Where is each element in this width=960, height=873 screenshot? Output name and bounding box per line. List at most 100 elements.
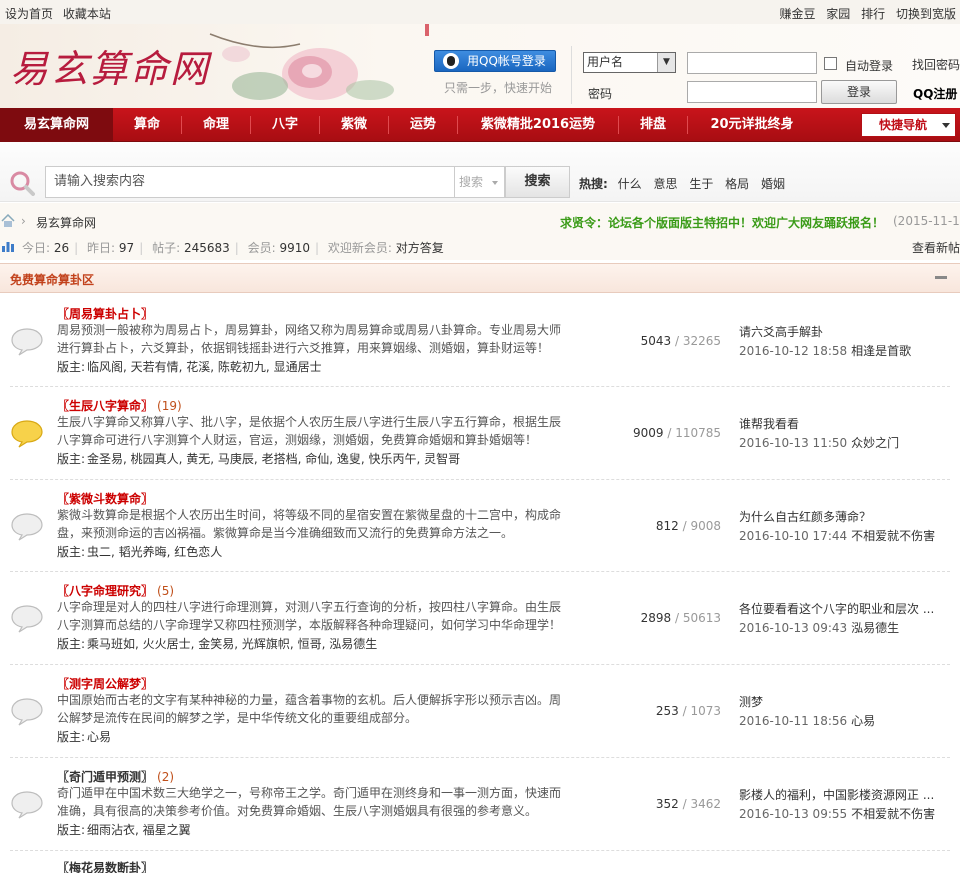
nav-item-ziwei-2016[interactable]: 紫微精批2016运势: [458, 108, 618, 142]
forum-stats: 今日: 26 | 昨日: 97 | 帖子: 245683 | 会员: 9910 | 欢迎…: [22, 241, 444, 255]
last-post-user[interactable]: 众妙之门: [851, 436, 899, 450]
hot-search: 热搜: 什么 意思 生于 格局 婚姻: [579, 175, 793, 192]
forum-title[interactable]: 〖测字周公解梦〗: [57, 675, 153, 692]
hot-search-item[interactable]: 生于: [689, 177, 713, 191]
forum-counts: 2898 / 50613: [560, 611, 721, 625]
forum-title-label[interactable]: 〖生辰八字算命〗: [57, 399, 153, 413]
forum-title[interactable]: 〖八字命理研究〗 (5): [57, 582, 174, 599]
last-post-title[interactable]: 各位要看看这个八字的职业和层次 ...: [739, 600, 939, 617]
forum-title-label[interactable]: 〖紫微斗数算命〗: [57, 492, 153, 506]
search-button[interactable]: 搜索: [505, 166, 570, 198]
speech-bubble-icon: [11, 791, 43, 819]
last-post-title[interactable]: 为什么自古红颜多薄命？: [739, 508, 939, 525]
earn-beans-link[interactable]: 赚金豆: [779, 7, 815, 21]
forum-moderators: 版主: 金圣易, 桃园真人, 黄无, 马庚辰, 老搭档, 命仙, 逸叟, 快乐丙午…: [57, 450, 460, 467]
nav-item-suanming[interactable]: 算命: [113, 108, 181, 142]
forum-title[interactable]: 〖周易算卦占卜〗: [57, 305, 153, 322]
last-post-title[interactable]: 请六爻高手解卦: [739, 323, 939, 340]
last-post-user[interactable]: 不相爱就不伤害: [851, 807, 935, 821]
find-password-link[interactable]: 找回密码: [912, 56, 960, 73]
speech-bubble-icon: [11, 605, 43, 633]
count-separator: /: [678, 519, 691, 533]
qq-register-link[interactable]: QQ注册: [913, 85, 957, 102]
hot-search-item[interactable]: 格局: [725, 177, 749, 191]
chevron-down-icon: ▼: [657, 53, 675, 72]
qq-penguin-icon: [443, 53, 459, 69]
moderator-links[interactable]: 乘马班如, 火火居士, 金笑易, 光辉旗帜, 恒哥, 泓易德生: [87, 637, 377, 651]
forum-title[interactable]: 〖紫微斗数算命〗: [57, 490, 153, 507]
hot-search-label: 热搜:: [579, 177, 608, 191]
username-input[interactable]: [687, 52, 817, 74]
section-title[interactable]: 免费算命算卦区: [10, 271, 94, 288]
search-input[interactable]: 请输入搜索内容: [45, 166, 455, 198]
moderator-links[interactable]: 虫二, 韬光养晦, 红色恋人: [87, 545, 222, 559]
view-new-posts-link[interactable]: 查看新帖: [912, 239, 960, 256]
newest-member-link[interactable]: 对方答复: [396, 241, 444, 255]
bookmark-link[interactable]: 收藏本站: [63, 7, 111, 21]
forum-today-count: (5): [157, 584, 175, 598]
row-divider: [10, 850, 950, 851]
forum-moderators: 版主: 心易: [57, 728, 111, 745]
forum-counts: 5043 / 32265: [560, 334, 721, 348]
nav-item-home[interactable]: 易玄算命网: [0, 108, 113, 142]
hot-search-item[interactable]: 婚姻: [761, 177, 785, 191]
ranking-link[interactable]: 排行: [861, 7, 885, 21]
post-count: 3462: [690, 797, 721, 811]
moderator-links[interactable]: 临风阁, 天若有情, 花溪, 陈乾初九, 显通居士: [87, 360, 322, 374]
nav-item-detailed-reading[interactable]: 20元详批终身: [688, 108, 816, 142]
nav-item-paipan[interactable]: 排盘: [619, 108, 687, 142]
nav-item-bazi[interactable]: 八字: [251, 108, 319, 142]
login-button[interactable]: 登录: [821, 80, 897, 104]
forum-title[interactable]: 〖生辰八字算命〗 (19): [57, 397, 182, 414]
last-post-title[interactable]: 影楼人的福利，中国影楼资源网正 ...: [739, 786, 939, 803]
thread-count: 253: [655, 704, 679, 718]
collapse-icon[interactable]: [935, 276, 947, 279]
stat-posts-label: 帖子:: [152, 241, 181, 255]
login-type-select[interactable]: 用户名 ▼: [583, 52, 676, 73]
moderator-links[interactable]: 细雨沾衣, 福星之翼: [87, 823, 191, 837]
forum-title[interactable]: 〖梅花易数断卦〗: [57, 859, 153, 873]
nav-item-ziwei[interactable]: 紫微: [320, 108, 388, 142]
forum-title-label[interactable]: 〖测字周公解梦〗: [57, 677, 153, 691]
forum-row: 〖紫微斗数算命〗紫微斗数算命是根据个人农历出生时间，将等级不同的星宿安置在紫微星…: [0, 479, 960, 571]
home-icon[interactable]: [1, 214, 15, 228]
hot-search-item[interactable]: 什么: [618, 177, 642, 191]
nav-item-yunshi[interactable]: 运势: [389, 108, 457, 142]
password-input[interactable]: [687, 81, 817, 103]
quick-nav-dropdown[interactable]: 快捷导航: [861, 113, 956, 137]
forum-counts: 253 / 1073: [560, 704, 721, 718]
site-logo[interactable]: 易玄算命网: [10, 38, 210, 93]
forum-today-count: (2): [157, 770, 175, 784]
search-type-select[interactable]: 搜索: [455, 166, 505, 198]
announcement-link[interactable]: 求贤令：论坛各个版面版主特招中！欢迎广大网友踊跃报名！: [560, 214, 884, 231]
forum-title[interactable]: 〖奇门遁甲预测〗 (2): [57, 768, 174, 785]
forum-title-label[interactable]: 〖八字命理研究〗: [57, 584, 153, 598]
auto-login-checkbox[interactable]: [824, 57, 837, 70]
stat-members: 9910: [279, 241, 311, 255]
stat-members-label: 会员:: [247, 241, 276, 255]
last-post-user[interactable]: 相逢是首歌: [851, 344, 911, 358]
set-homepage-link[interactable]: 设为首页: [5, 7, 53, 21]
home-space-link[interactable]: 家园: [826, 7, 850, 21]
switch-wide-link[interactable]: 切换到宽版: [896, 7, 956, 21]
last-post-title[interactable]: 测梦: [739, 693, 939, 710]
forum-description: 紫微斗数算命是根据个人农历出生时间，将等级不同的星宿安置在紫微星盘的十二宫中，构…: [57, 508, 562, 540]
last-post-time: 2016-10-11 18:56: [739, 714, 848, 728]
forum-title-label[interactable]: 〖周易算卦占卜〗: [57, 307, 153, 321]
last-post-user[interactable]: 心易: [851, 714, 875, 728]
forum-title-label[interactable]: 〖梅花易数断卦〗: [57, 861, 153, 873]
last-post-user[interactable]: 不相爱就不伤害: [851, 529, 935, 543]
moderator-links[interactable]: 心易: [87, 730, 111, 744]
header-divider: [571, 46, 572, 104]
moderators-label: 版主:: [57, 545, 86, 559]
forum-title-label[interactable]: 〖奇门遁甲预测〗: [57, 770, 153, 784]
nav-item-mingli[interactable]: 命理: [182, 108, 250, 142]
hot-search-item[interactable]: 意思: [653, 177, 677, 191]
moderator-links[interactable]: 金圣易, 桃园真人, 黄无, 马庚辰, 老搭档, 命仙, 逸叟, 快乐丙午, 灵…: [87, 452, 460, 466]
auto-login-label: 自动登录: [845, 59, 894, 73]
forum-today-count: (19): [157, 399, 182, 413]
qq-login-button[interactable]: 用QQ帐号登录: [434, 50, 556, 72]
last-post-user[interactable]: 泓易德生: [851, 621, 899, 635]
breadcrumb[interactable]: 易玄算命网: [36, 214, 96, 231]
last-post-title[interactable]: 谁帮我看看: [739, 415, 939, 432]
